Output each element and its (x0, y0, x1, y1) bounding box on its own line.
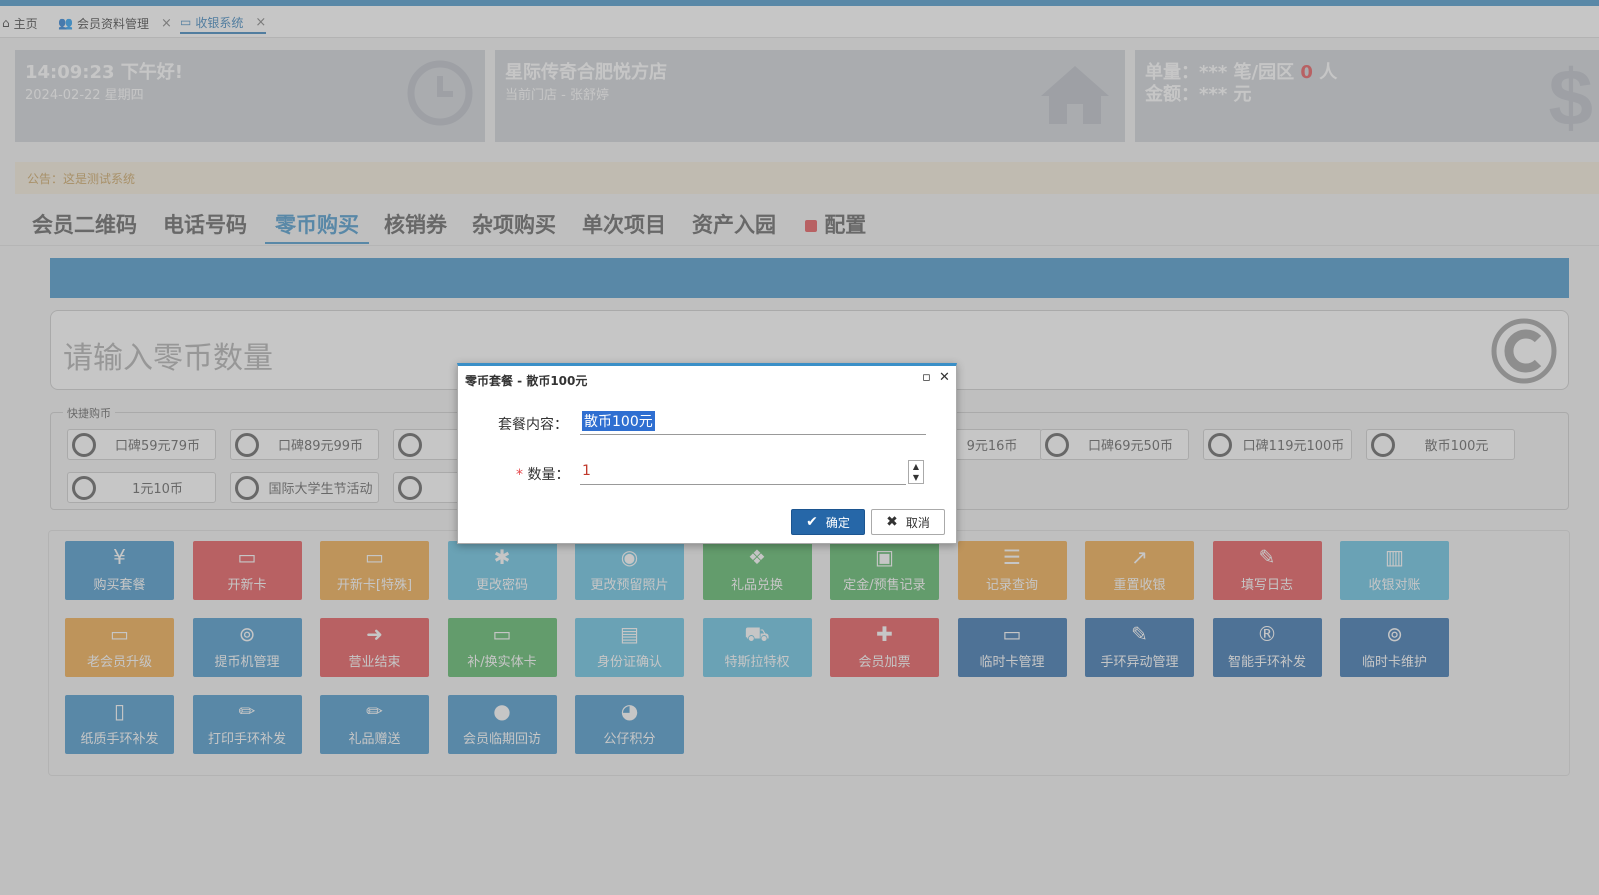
confirm-button[interactable]: ✔ 确定 (791, 509, 865, 535)
quantity-label-text: 数量： (527, 467, 570, 483)
chevron-down-icon[interactable]: ▼ (909, 472, 923, 483)
package-content-underline (580, 434, 926, 435)
required-mark: * (516, 467, 523, 483)
coin-package-dialog: 零币套餐 - 散币100元 ▫ ✕ 套餐内容： 散币100元 * 数量： 1 ▲… (457, 363, 957, 544)
confirm-button-label: 确定 (825, 515, 850, 530)
quantity-stepper[interactable]: ▲ ▼ (908, 460, 924, 484)
close-icon[interactable]: ✕ (939, 370, 950, 385)
cancel-button[interactable]: ✖ 取消 (871, 509, 945, 535)
cancel-button-label: 取消 (905, 515, 930, 530)
package-content-field[interactable]: 散币100元 (582, 411, 655, 431)
close-icon: ✖ (886, 514, 898, 530)
dialog-title: 零币套餐 - 散币100元 (465, 374, 588, 388)
quantity-underline (580, 484, 906, 485)
quantity-input[interactable]: 1 (582, 463, 591, 479)
maximize-icon[interactable]: ▫ (922, 370, 931, 385)
check-icon: ✔ (806, 514, 818, 530)
package-content-label: 套餐内容： (498, 417, 568, 433)
chevron-up-icon[interactable]: ▲ (909, 461, 923, 472)
quantity-label: * 数量： (516, 464, 569, 484)
